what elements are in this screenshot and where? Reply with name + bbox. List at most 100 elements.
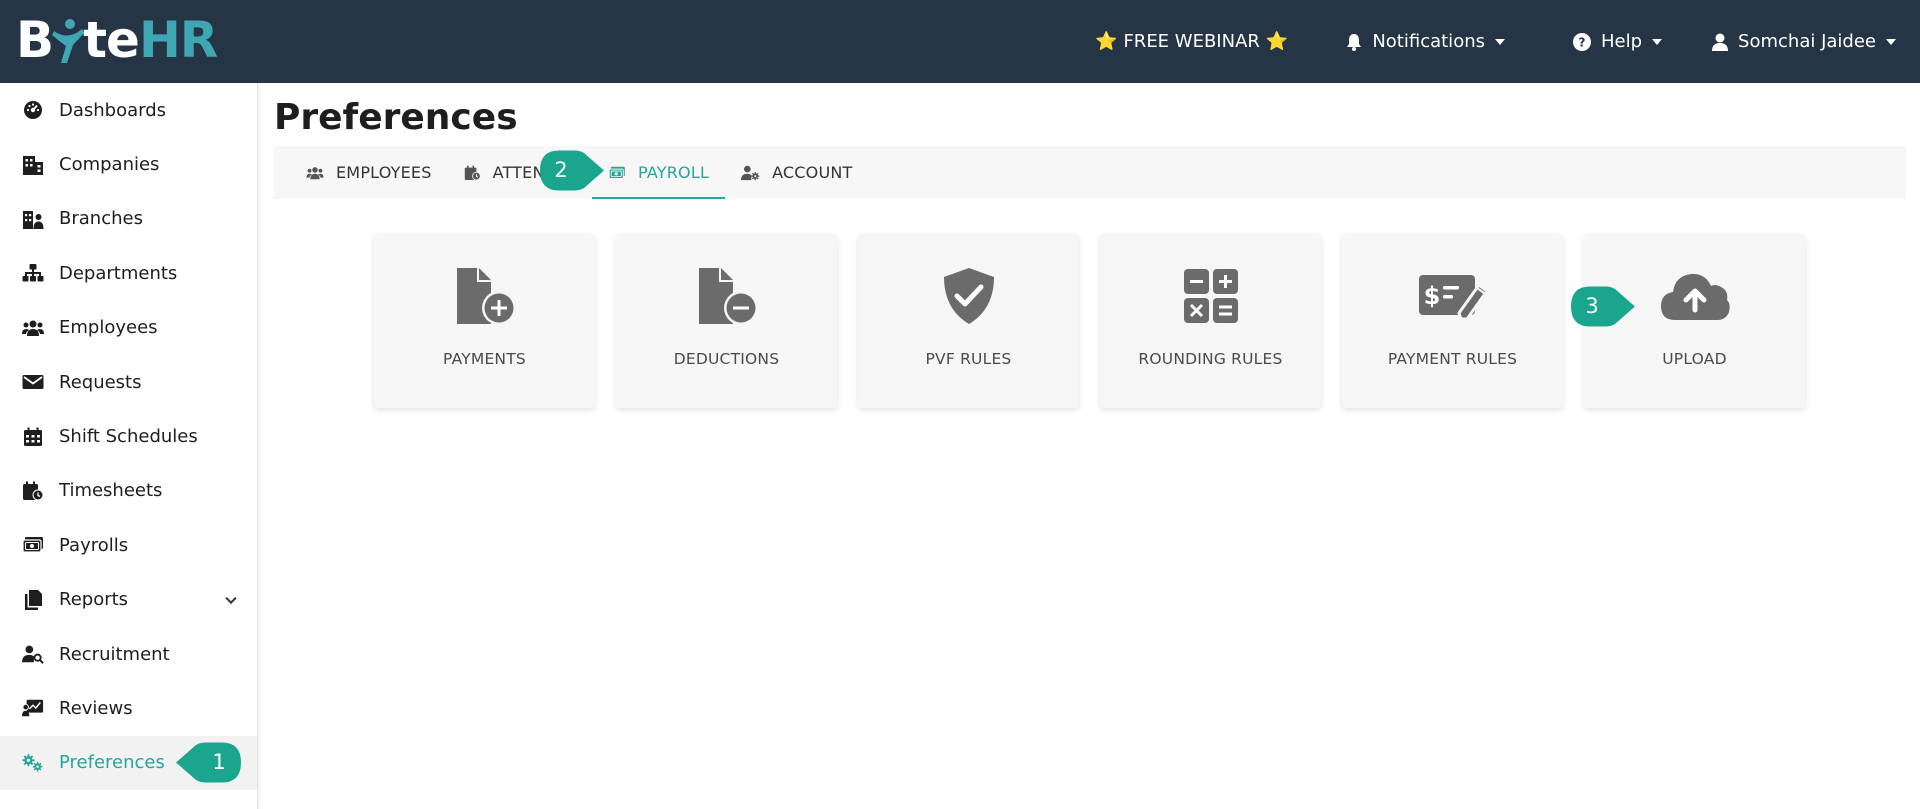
card-deductions[interactable]: DEDUCTIONS (616, 234, 837, 408)
user-icon (1712, 33, 1729, 51)
calendar-icon (22, 426, 44, 448)
sidebar-item-label: Reports (59, 589, 129, 611)
user-name: Somchai Jaidee (1738, 31, 1876, 52)
sidebar-item-label: Recruitment (59, 643, 170, 665)
gears-icon (22, 752, 44, 774)
card-payments[interactable]: PAYMENTS (374, 234, 595, 408)
copy-icon (22, 589, 44, 611)
card-label: ROUNDING RULES (1138, 350, 1283, 368)
calculator-icon (1183, 264, 1239, 328)
sidebar-item-recruitment[interactable]: Recruitment (0, 627, 257, 681)
money-icon (22, 534, 44, 556)
sidebar-item-label: Reviews (59, 697, 133, 719)
card-label: PAYMENT RULES (1387, 350, 1518, 368)
sidebar-item-label: Branches (59, 208, 143, 230)
logo-figure-icon (51, 15, 85, 65)
envelope-icon (22, 371, 44, 393)
bell-icon (1346, 33, 1362, 51)
user-menu-dropdown[interactable]: Somchai Jaidee (1692, 0, 1896, 83)
card-label: PVF RULES (925, 350, 1012, 368)
tab-label: EMPLOYEES (336, 163, 432, 182)
top-bar: B te HR ⭐ FREE WEBINAR ⭐ Notifications ? (0, 0, 1920, 83)
sidebar-item-label: Shift Schedules (59, 426, 198, 448)
sidebar-item-label: Departments (59, 262, 178, 284)
tab-label: PAYROLL (638, 163, 710, 182)
user-gear-icon (741, 165, 760, 181)
callout-number: 2 (554, 158, 568, 182)
tab-employees[interactable]: EMPLOYEES (290, 146, 448, 199)
tab-account[interactable]: ACCOUNT (725, 146, 868, 199)
sidebar-item-employees[interactable]: Employees (0, 301, 257, 355)
step-callout-2: 2 (540, 150, 604, 191)
building-icon (22, 154, 44, 176)
chevron-down-icon[interactable] (225, 592, 237, 604)
sidebar: Dashboards Companies Branches Department… (0, 83, 258, 809)
main-content: Preferences EMPLOYEES ATTENDA PAYROLL AC… (274, 83, 1906, 408)
question-circle-icon: ? (1573, 32, 1591, 51)
card-label: PAYMENTS (443, 350, 526, 368)
file-plus-icon (453, 264, 517, 328)
svg-text:$: $ (1423, 282, 1440, 310)
users-icon (306, 166, 324, 180)
callout-number: 1 (212, 750, 226, 774)
help-dropdown[interactable]: ? Help (1553, 0, 1682, 83)
step-callout-1: 1 (176, 742, 242, 783)
caret-down-icon (1652, 38, 1663, 45)
sidebar-item-reviews[interactable]: Reviews (0, 681, 257, 735)
sidebar-item-payrolls[interactable]: Payrolls (0, 518, 257, 572)
card-label: UPLOAD (1662, 350, 1727, 368)
logo-letters-hr: HR (138, 11, 218, 69)
card-rounding-rules[interactable]: ROUNDING RULES (1100, 234, 1321, 408)
byte-hr-logo[interactable]: B te HR (16, 10, 218, 70)
sidebar-item-label: Dashboards (59, 99, 167, 121)
calendar-clock-icon (22, 480, 44, 502)
calendar-clock-icon (464, 165, 481, 181)
step-callout-3: 3 (1571, 286, 1635, 327)
star-icon: ⭐ (1095, 31, 1118, 52)
sitemap-icon (22, 262, 44, 284)
sidebar-item-label: Timesheets (59, 480, 163, 502)
star-icon: ⭐ (1265, 31, 1289, 52)
branches-icon (22, 208, 44, 230)
free-webinar-link[interactable]: ⭐ FREE WEBINAR ⭐ (1075, 0, 1308, 83)
sidebar-item-dashboards[interactable]: Dashboards (0, 83, 257, 137)
top-nav: ⭐ FREE WEBINAR ⭐ Notifications ? Help So… (1075, 0, 1896, 83)
gauge-icon (22, 99, 44, 121)
tab-payroll[interactable]: PAYROLL (592, 146, 726, 199)
caret-down-icon (1495, 38, 1505, 45)
sidebar-item-departments[interactable]: Departments (0, 246, 257, 300)
users-icon (22, 317, 44, 339)
help-label: Help (1601, 31, 1643, 52)
sidebar-item-requests[interactable]: Requests (0, 355, 257, 409)
caret-down-icon (1886, 38, 1896, 45)
svg-text:?: ? (1579, 35, 1586, 49)
sidebar-item-branches[interactable]: Branches (0, 192, 257, 246)
sidebar-item-label: Requests (59, 371, 142, 393)
preferences-tabs: EMPLOYEES ATTENDA PAYROLL ACCOUNT (274, 146, 1906, 199)
file-minus-icon (695, 264, 759, 328)
sidebar-item-shift-schedules[interactable]: Shift Schedules (0, 409, 257, 463)
user-search-icon (22, 643, 44, 665)
sidebar-item-label: Companies (59, 154, 160, 176)
shield-check-icon (942, 264, 996, 328)
page-title: Preferences (274, 97, 518, 138)
sidebar-item-reports[interactable]: Reports (0, 573, 257, 627)
cloud-upload-icon (1659, 264, 1731, 328)
chart-board-icon (22, 697, 44, 719)
card-label: DEDUCTIONS (673, 350, 780, 368)
card-pvf-rules[interactable]: PVF RULES (858, 234, 1079, 408)
logo-letter-b: B (16, 11, 54, 69)
sidebar-item-companies[interactable]: Companies (0, 137, 257, 191)
money-check-pen-icon: $ (1417, 264, 1489, 328)
card-payment-rules[interactable]: $ PAYMENT RULES (1342, 234, 1563, 408)
sidebar-item-label: Preferences (59, 752, 165, 774)
sidebar-item-label: Payrolls (59, 534, 129, 556)
callout-number: 3 (1585, 294, 1599, 318)
notifications-dropdown[interactable]: Notifications (1326, 0, 1525, 83)
sidebar-item-timesheets[interactable]: Timesheets (0, 464, 257, 518)
webinar-label: FREE WEBINAR (1123, 31, 1260, 52)
money-icon (608, 166, 626, 180)
logo-letters-te: te (83, 11, 140, 69)
tab-label: ACCOUNT (772, 163, 853, 182)
sidebar-item-label: Employees (59, 317, 158, 339)
